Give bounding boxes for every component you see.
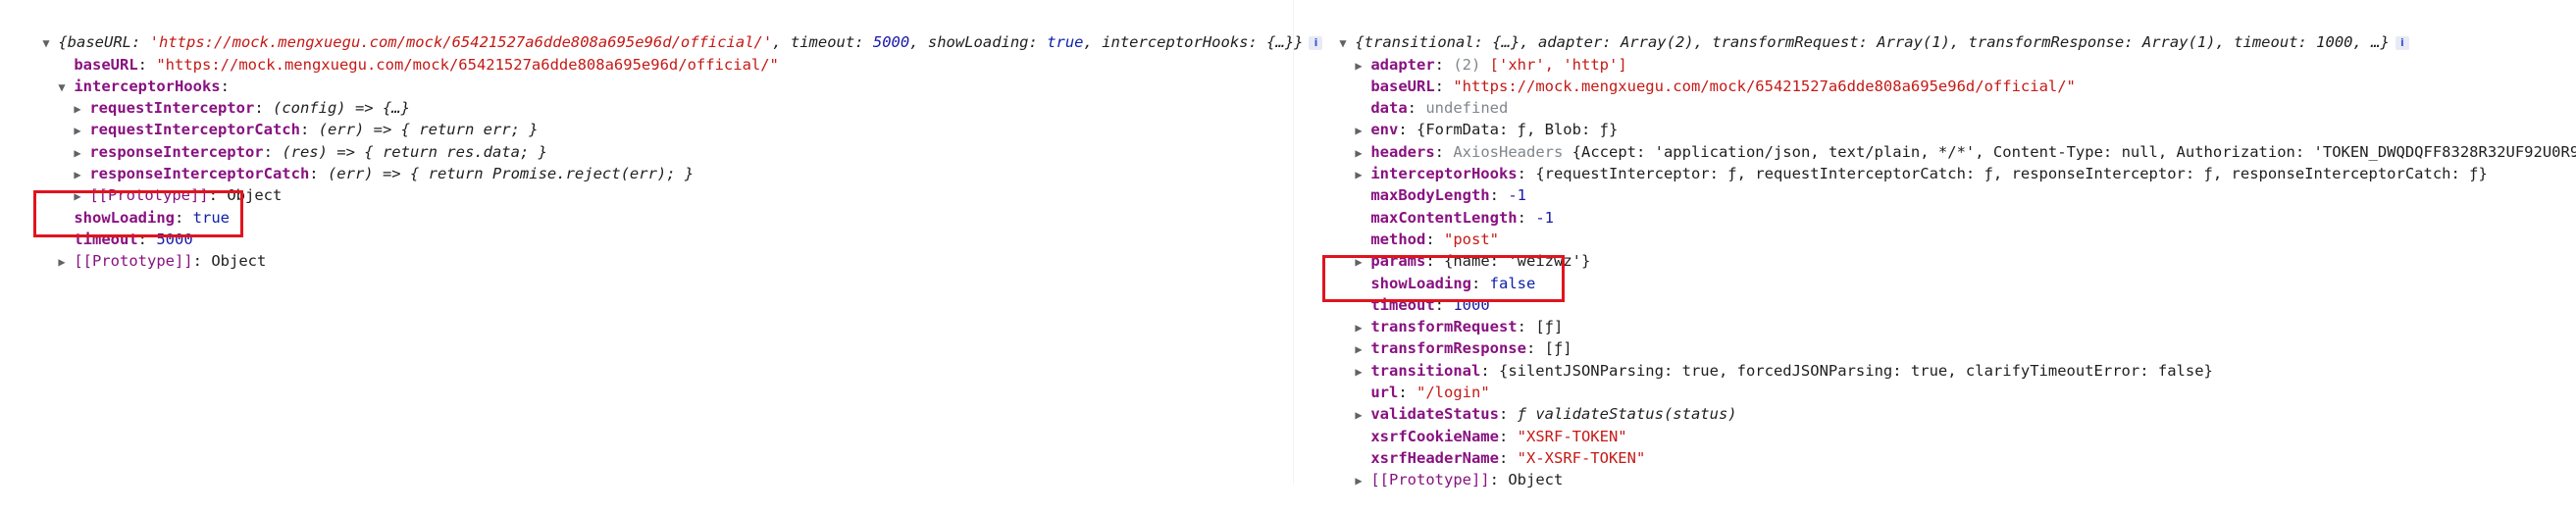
hooks-prototype-row[interactable]: ▶ [[Prototype]]: Object [6,163,1322,204]
right-highlight-box [1322,255,1565,302]
left-hooks-row[interactable]: ▼ interceptorHooks: [6,54,1322,95]
triangle-right-icon[interactable]: ▶ [1355,470,1370,491]
validatestatus-row[interactable]: ▶ validateStatus: ƒ validateStatus(status… [1303,382,2576,423]
triangle-right-icon[interactable]: ▶ [58,251,74,273]
left-highlight-box [33,190,243,237]
transformresponse-row[interactable]: ▶ transformResponse: [ƒ] [1303,316,2576,357]
params-row[interactable]: ▶ params: {name: 'weizwz'} [1303,229,2576,270]
headers-row[interactable]: ▶ headers: AxiosHeaders {Accept: 'applica… [1303,119,2576,161]
data-row: data: undefined [1370,99,1509,118]
hook-row[interactable]: ▶ responseInterceptor: (res) => { return … [6,119,1322,161]
hooks-row[interactable]: ▶ interceptorHooks: {requestInterceptor: … [1303,141,2576,182]
left-summary-row[interactable]: ▼ {baseURL: 'https://mock.mengxuegu.com/m… [6,10,1323,51]
prototype-key: [[Prototype]] [1370,471,1490,489]
maxcontent-row: maxContentLength: -1 [1370,208,1554,227]
prototype-key: [[Prototype]] [74,252,193,271]
maxbody-row: maxBodyLength: -1 [1370,186,1526,205]
hook-row[interactable]: ▶ requestInterceptor: (config) => {…} [6,76,1322,117]
url-row: url: "/login" [1370,384,1490,402]
env-row[interactable]: ▶ env: {FormData: ƒ, Blob: ƒ} [1303,97,2576,138]
left-console-object: ▼ {baseURL: 'https://mock.mengxuegu.com/m… [6,10,1323,270]
transitional-row[interactable]: ▶ transitional: {silentJSONParsing: true,… [1303,337,2576,380]
adapter-row[interactable]: ▶ adapter: (2) ['xhr', 'http'] [1303,31,2576,74]
prototype-value: Object [211,252,267,271]
xsrfheader-row: xsrfHeaderName: "X-XSRF-TOKEN" [1370,448,1646,467]
method-row: method: "post" [1370,230,1499,248]
prototype-value: Object [1508,471,1564,489]
right-prototype-row[interactable]: ▶ [[Prototype]]: Object [1303,447,2576,488]
baseurl-row: baseURL: "https://mock.mengxuegu.com/moc… [1370,77,2076,95]
right-console-object: ▼ {transitional: {…}, adapter: Array(2), … [1303,10,2576,488]
hook-row[interactable]: ▶ requestInterceptorCatch: (err) => { ret… [6,97,1322,138]
xsrfcookie-row: xsrfCookieName: "XSRF-TOKEN" [1370,427,1627,445]
right-summary-row[interactable]: ▼ {transitional: {…}, adapter: Array(2), … [1303,10,2576,51]
left-baseurl-row: baseURL: "https://mock.mengxuegu.com/moc… [74,55,779,74]
hook-row[interactable]: ▶ responseInterceptorCatch: (err) => { re… [6,141,1322,182]
